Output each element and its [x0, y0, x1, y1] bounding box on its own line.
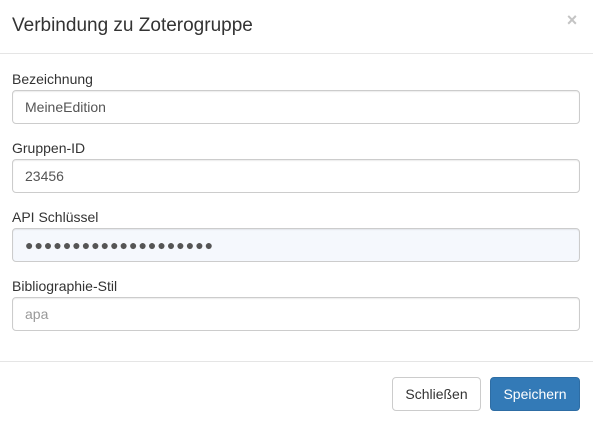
bibliographie-stil-input[interactable] — [12, 297, 580, 331]
api-key-label: API Schlüssel — [12, 209, 99, 225]
bibliographie-stil-label: Bibliographie-Stil — [12, 278, 118, 294]
dialog-header: Verbindung zu Zoterogruppe × — [0, 0, 593, 54]
field-bezeichnung: Bezeichnung — [12, 71, 580, 124]
close-button[interactable]: Schließen — [392, 377, 481, 411]
bezeichnung-input[interactable] — [12, 90, 580, 124]
api-key-input[interactable] — [12, 228, 580, 262]
close-icon[interactable]: × — [565, 10, 579, 30]
gruppen-id-input[interactable] — [12, 159, 580, 193]
field-gruppen-id: Gruppen-ID — [12, 140, 580, 193]
dialog-title: Verbindung zu Zoterogruppe — [12, 15, 253, 36]
gruppen-id-label: Gruppen-ID — [12, 140, 86, 156]
dialog-footer: Schließen Speichern — [0, 361, 593, 424]
zotero-connection-dialog: Verbindung zu Zoterogruppe × Bezeichnung… — [0, 0, 593, 424]
bezeichnung-label: Bezeichnung — [12, 71, 93, 87]
field-api-key: API Schlüssel — [12, 209, 580, 262]
field-bibliographie-stil: Bibliographie-Stil — [12, 278, 580, 331]
save-button[interactable]: Speichern — [490, 377, 580, 411]
